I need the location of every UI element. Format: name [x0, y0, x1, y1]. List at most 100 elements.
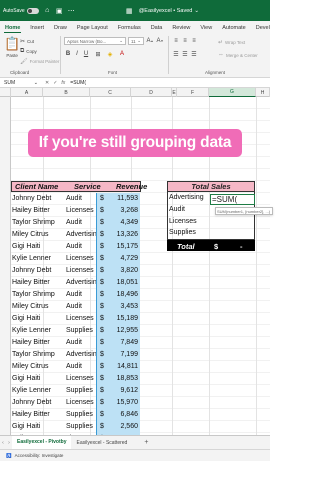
bold-icon[interactable]: B	[64, 50, 72, 58]
function-tooltip[interactable]: SUM(number1, [number2], ...)	[215, 207, 273, 215]
service-cell[interactable]: Licenses	[66, 255, 94, 262]
more-icon[interactable]: ⋯	[67, 6, 76, 15]
save-icon[interactable]: ▣	[55, 6, 64, 15]
column-header-a[interactable]: A	[11, 88, 43, 97]
tab-home[interactable]: Home	[0, 25, 25, 33]
wrap-text-button[interactable]: ↵ Wrap Text	[218, 39, 245, 46]
align-top-icon[interactable]: ≡	[172, 37, 180, 45]
client-name-cell[interactable]: Miley Citrus	[12, 363, 49, 370]
active-cell-input[interactable]: =SUM(	[210, 194, 255, 205]
font-color-icon[interactable]: A	[118, 50, 126, 58]
table-row[interactable]: Gigi Haiti Supplies $2,560	[11, 421, 141, 433]
category-advertising[interactable]: Advertising	[169, 194, 204, 201]
revenue-cell[interactable]: $14,811	[96, 361, 140, 373]
borders-icon[interactable]: ⊞	[94, 50, 102, 58]
decrease-font-icon[interactable]: A ▼	[156, 37, 164, 45]
fx-icon[interactable]: fx	[61, 80, 65, 86]
service-cell[interactable]: Audit	[66, 195, 82, 202]
table-row[interactable]: Gigi Haiti Licenses $18,853	[11, 373, 141, 385]
font-name-select[interactable]: Aptos Narrow (Bo... ⌄	[64, 37, 126, 45]
table-row[interactable]: Johnny Debt Licenses $3,820	[11, 265, 141, 277]
tab-formulas[interactable]: Formulas	[113, 25, 146, 33]
column-header-h[interactable]: H	[256, 88, 270, 97]
service-cell[interactable]: Supplies	[66, 327, 93, 334]
table-row[interactable]: Miley Citrus Advertising $13,326	[11, 229, 141, 241]
table-row[interactable]: Hailey Bitter Audit $7,849	[11, 337, 141, 349]
table-row[interactable]: Hailey Bitter Licenses $3,268	[11, 205, 141, 217]
client-name-cell[interactable]: Gigi Haiti	[12, 315, 40, 322]
align-middle-icon[interactable]: ≡	[181, 37, 189, 45]
client-name-cell[interactable]: Kylie Lenner	[12, 255, 51, 262]
tab-data[interactable]: Data	[146, 25, 168, 33]
fill-color-icon[interactable]: ◈	[106, 50, 114, 58]
cancel-icon[interactable]: ✕	[45, 80, 49, 86]
service-cell[interactable]: Supplies	[66, 387, 93, 394]
merge-center-button[interactable]: ⇔ Merge & Center	[218, 52, 258, 58]
tab-page-layout[interactable]: Page Layout	[72, 25, 113, 33]
revenue-cell[interactable]: $15,189	[96, 313, 140, 325]
revenue-cell[interactable]: $6,846	[96, 409, 140, 421]
service-cell[interactable]: Licenses	[66, 267, 94, 274]
column-header-f[interactable]: F	[177, 88, 209, 97]
service-cell[interactable]: Supplies	[66, 423, 93, 430]
tab-draw[interactable]: Draw	[49, 25, 72, 33]
table-row[interactable]: Gigi Haiti Licenses $15,189	[11, 313, 141, 325]
table-row[interactable]: Johnny Debt Audit $11,593	[11, 193, 141, 205]
column-header-d[interactable]: D	[131, 88, 172, 97]
autosave-toggle[interactable]	[26, 7, 39, 14]
enter-icon[interactable]: ✓	[53, 80, 57, 86]
format-painter-button[interactable]: 🖌 Format Painter	[20, 58, 59, 65]
revenue-cell[interactable]: $7,199	[96, 349, 140, 361]
revenue-cell[interactable]: $18,496	[96, 289, 140, 301]
revenue-cell[interactable]: $7,849	[96, 337, 140, 349]
client-name-cell[interactable]: Hailey Bitter	[12, 279, 50, 286]
revenue-cell[interactable]: $9,612	[96, 385, 140, 397]
revenue-cell[interactable]: $3,820	[96, 265, 140, 277]
align-left-icon[interactable]: ☰	[172, 50, 180, 58]
service-cell[interactable]: Licenses	[66, 315, 94, 322]
service-cell[interactable]: Licenses	[66, 375, 94, 382]
table-row[interactable]: Kylie Lenner Supplies $9,612	[11, 385, 141, 397]
service-cell[interactable]: Licenses	[66, 207, 94, 214]
accessibility-status[interactable]: Accessibility: Investigate	[15, 453, 64, 458]
tab-developer[interactable]: Develop	[251, 25, 270, 33]
tab-automate[interactable]: Automate	[217, 25, 251, 33]
revenue-cell[interactable]: $13,326	[96, 229, 140, 241]
revenue-cell[interactable]: $2,560	[96, 421, 140, 433]
tab-insert[interactable]: Insert	[25, 25, 49, 33]
revenue-cell[interactable]: $3,453	[96, 301, 140, 313]
table-row[interactable]: Kylie Lenner Licenses $4,729	[11, 253, 141, 265]
italic-icon[interactable]: I	[73, 50, 81, 58]
client-name-cell[interactable]: Taylor Shrimp	[12, 291, 55, 298]
tab-view[interactable]: View	[195, 25, 217, 33]
align-right-icon[interactable]: ☰	[190, 50, 198, 58]
revenue-cell[interactable]: $15,175	[96, 241, 140, 253]
document-title[interactable]: ▦ @Easilyexcel • Saved ⌄	[125, 6, 199, 15]
client-name-cell[interactable]: Johnny Debt	[12, 399, 51, 406]
service-cell[interactable]: Supplies	[66, 411, 93, 418]
column-header-g[interactable]: G	[209, 88, 256, 97]
table-row[interactable]: Taylor Shrimp Audit $4,349	[11, 217, 141, 229]
client-name-cell[interactable]: Miley Citrus	[12, 231, 49, 238]
align-center-icon[interactable]: ☰	[181, 50, 189, 58]
table-row[interactable]: Gigi Haiti Audit $15,175	[11, 241, 141, 253]
cut-button[interactable]: ✂ Cut	[20, 38, 34, 45]
revenue-cell[interactable]: $18,051	[96, 277, 140, 289]
client-name-cell[interactable]: Hailey Bitter	[12, 411, 50, 418]
revenue-cell[interactable]: $3,268	[96, 205, 140, 217]
client-name-cell[interactable]: Gigi Haiti	[12, 375, 40, 382]
revenue-cell[interactable]: $4,349	[96, 217, 140, 229]
category-licenses[interactable]: Licenses	[169, 218, 197, 225]
table-row[interactable]: Miley Citrus Audit $3,453	[11, 301, 141, 313]
table-row[interactable]: Taylor Shrimp Advertising $7,199	[11, 349, 141, 361]
column-header-c[interactable]: C	[90, 88, 131, 97]
table-row[interactable]: Johnny Debt Licenses $15,970	[11, 397, 141, 409]
client-name-cell[interactable]: Taylor Shrimp	[12, 351, 55, 358]
client-name-cell[interactable]: Hailey Bitter	[12, 339, 50, 346]
service-cell[interactable]: Licenses	[66, 399, 94, 406]
add-sheet-icon[interactable]: +	[144, 439, 148, 446]
column-header-b[interactable]: B	[43, 88, 90, 97]
formula-input[interactable]: =SUM(	[70, 80, 86, 86]
client-name-cell[interactable]: Gigi Haiti	[12, 243, 40, 250]
tab-review[interactable]: Review	[167, 25, 195, 33]
